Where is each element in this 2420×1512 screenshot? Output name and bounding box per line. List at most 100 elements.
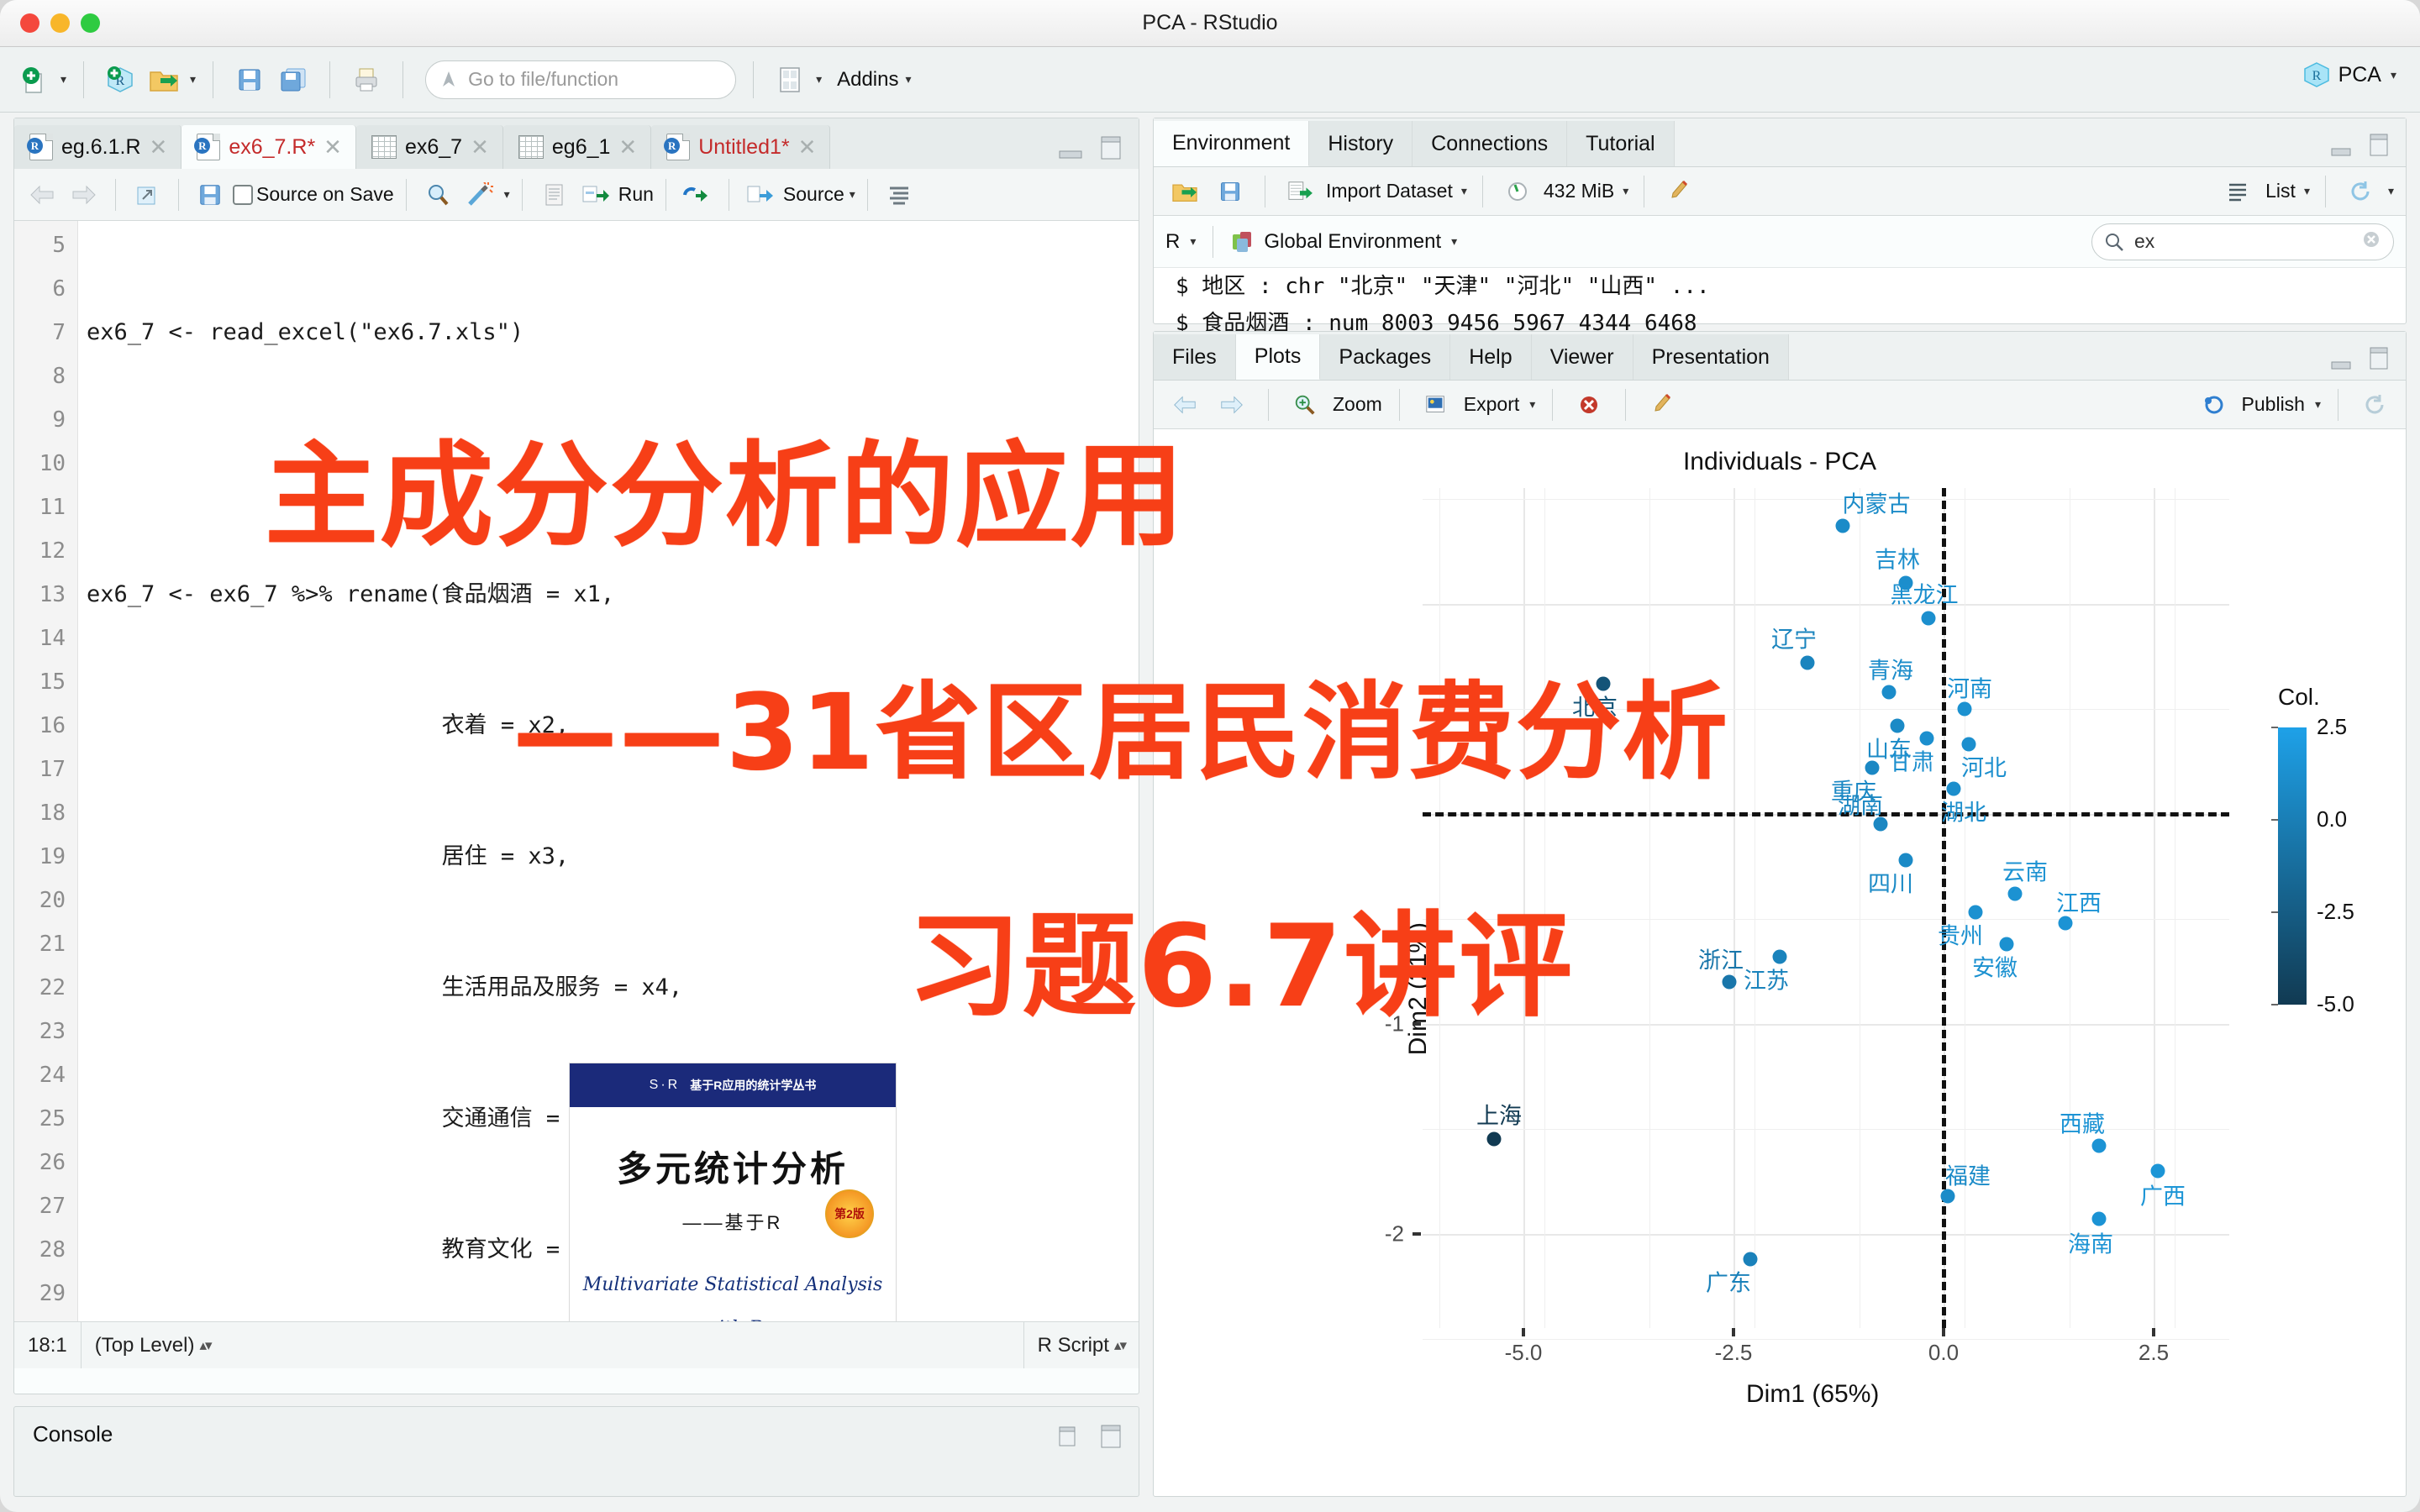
show-in-new-window-icon[interactable] bbox=[128, 176, 166, 214]
zoom-plot-icon[interactable] bbox=[1286, 386, 1324, 424]
scatter-point-label: 甘肃 bbox=[1889, 749, 1934, 775]
view-mode-dropdown-icon[interactable]: ▾ bbox=[2304, 184, 2310, 198]
close-tab-icon[interactable]: ✕ bbox=[798, 134, 817, 160]
scope-selector-icon[interactable]: ▴▾ bbox=[199, 1337, 212, 1354]
tab-help[interactable]: Help bbox=[1450, 334, 1532, 380]
print-icon[interactable] bbox=[347, 60, 386, 99]
grid-line-minor bbox=[1649, 488, 1650, 1328]
source-icon[interactable] bbox=[741, 176, 780, 214]
editor-tab-untitled1[interactable]: R Untitled1* ✕ bbox=[651, 125, 831, 169]
source-label[interactable]: Source bbox=[783, 183, 844, 206]
clear-workspace-broom-icon[interactable] bbox=[1660, 172, 1698, 211]
zoom-label[interactable]: Zoom bbox=[1333, 393, 1382, 416]
environment-search[interactable]: ex bbox=[2091, 223, 2394, 260]
book-english-title: Multivariate Statistical Analysis with R bbox=[582, 1274, 883, 1321]
compile-report-icon[interactable] bbox=[534, 176, 573, 214]
environment-row[interactable]: $ 地区 : chr "北京" "天津" "河北" "山西" ... bbox=[1154, 268, 2406, 305]
annotation-line-1: 主成分分析的应用 bbox=[265, 430, 1186, 562]
run-icon[interactable] bbox=[576, 176, 615, 214]
new-project-icon[interactable]: R bbox=[101, 60, 139, 99]
refresh-environment-icon[interactable] bbox=[2341, 172, 2380, 211]
import-dataset-icon[interactable] bbox=[1281, 172, 1319, 211]
view-mode-label[interactable]: List bbox=[2265, 180, 2296, 202]
environment-pane: Environment History Connections Tutorial bbox=[1153, 118, 2407, 336]
addins-button[interactable]: Addins bbox=[837, 68, 898, 92]
publish-label[interactable]: Publish bbox=[2242, 393, 2305, 416]
clear-search-icon[interactable] bbox=[2361, 229, 2381, 255]
export-plot-icon[interactable] bbox=[1417, 386, 1455, 424]
doctype-selector-icon[interactable]: ▴▾ bbox=[1114, 1337, 1127, 1354]
code-tools-magic-wand-icon[interactable] bbox=[460, 176, 499, 214]
scope-dropdown-icon[interactable]: ▾ bbox=[1451, 234, 1457, 249]
refresh-dropdown-icon[interactable]: ▾ bbox=[2388, 184, 2394, 198]
editor-tab-ex6-7-data[interactable]: ex6_7 ✕ bbox=[355, 125, 503, 169]
open-file-dropdown-icon[interactable]: ▾ bbox=[190, 72, 196, 87]
editor-tab-ex6-7-r[interactable]: R ex6_7.R* ✕ bbox=[182, 125, 356, 169]
run-label[interactable]: Run bbox=[618, 183, 654, 206]
forward-arrow-icon[interactable] bbox=[65, 176, 103, 214]
memory-usage-label[interactable]: 432 MiB bbox=[1544, 180, 1614, 202]
tab-tutorial[interactable]: Tutorial bbox=[1567, 121, 1675, 166]
import-dataset-label[interactable]: Import Dataset bbox=[1326, 180, 1453, 202]
publish-icon[interactable] bbox=[2195, 386, 2233, 424]
scatter-point-label: 辽宁 bbox=[1771, 627, 1817, 653]
editor-tab-eg-6-1-r[interactable]: R eg.6.1.R ✕ bbox=[14, 125, 182, 169]
tab-viewer[interactable]: Viewer bbox=[1531, 334, 1634, 380]
export-label[interactable]: Export bbox=[1464, 393, 1519, 416]
tab-history[interactable]: History bbox=[1309, 121, 1413, 166]
save-workspace-icon[interactable] bbox=[1211, 172, 1249, 211]
console-tab[interactable]: Console bbox=[33, 1421, 113, 1447]
editor-tab-eg6-1-data[interactable]: eg6_1 ✕ bbox=[502, 125, 652, 169]
save-file-icon[interactable] bbox=[191, 176, 229, 214]
project-dropdown-icon[interactable]: ▾ bbox=[2391, 68, 2396, 82]
tab-presentation[interactable]: Presentation bbox=[1633, 334, 1789, 380]
project-badge[interactable]: R PCA ▾ bbox=[2302, 60, 2396, 89]
scope-language[interactable]: R bbox=[1165, 230, 1180, 254]
panes-dropdown-icon[interactable]: ▾ bbox=[816, 72, 822, 87]
tab-files[interactable]: Files bbox=[1154, 334, 1236, 380]
editor-pane-controls[interactable] bbox=[1058, 135, 1123, 160]
code-tools-dropdown-icon[interactable]: ▾ bbox=[504, 187, 510, 202]
rerun-icon[interactable] bbox=[678, 176, 717, 214]
save-all-icon[interactable] bbox=[274, 60, 313, 99]
maximize-pane-icon bbox=[1101, 136, 1121, 160]
close-tab-icon[interactable]: ✕ bbox=[150, 134, 168, 160]
memory-dropdown-icon[interactable]: ▾ bbox=[1623, 184, 1628, 198]
tab-plots[interactable]: Plots bbox=[1235, 334, 1321, 380]
go-to-file-function[interactable]: Go to file/function bbox=[425, 60, 737, 99]
save-icon[interactable] bbox=[230, 60, 269, 99]
back-arrow-icon[interactable] bbox=[23, 176, 61, 214]
scatter-point bbox=[1486, 1131, 1502, 1147]
tab-environment[interactable]: Environment bbox=[1154, 121, 1310, 166]
memory-gauge-icon[interactable] bbox=[1498, 172, 1537, 211]
scope-language-dropdown-icon[interactable]: ▾ bbox=[1190, 234, 1196, 249]
console-pane-controls[interactable] bbox=[1058, 1424, 1123, 1449]
close-tab-icon[interactable]: ✕ bbox=[618, 134, 637, 160]
x-axis-tick-mark bbox=[2152, 1328, 2155, 1336]
tab-packages[interactable]: Packages bbox=[1320, 334, 1451, 380]
close-tab-icon[interactable]: ✕ bbox=[471, 134, 489, 160]
clear-all-plots-broom-icon[interactable] bbox=[1643, 386, 1681, 424]
environment-pane-controls[interactable] bbox=[2330, 133, 2391, 158]
export-dropdown-icon[interactable]: ▾ bbox=[1529, 397, 1535, 412]
global-environment-label[interactable]: Global Environment bbox=[1264, 230, 1441, 254]
refresh-plot-icon[interactable] bbox=[2355, 386, 2394, 424]
tab-connections[interactable]: Connections bbox=[1413, 121, 1568, 166]
new-file-dropdown-icon[interactable]: ▾ bbox=[60, 72, 66, 87]
view-list-icon[interactable] bbox=[2220, 172, 2259, 211]
source-dropdown-icon[interactable]: ▾ bbox=[850, 187, 855, 202]
publish-dropdown-icon[interactable]: ▾ bbox=[2315, 397, 2321, 412]
close-tab-icon[interactable]: ✕ bbox=[324, 134, 342, 160]
source-on-save-checkbox[interactable] bbox=[233, 184, 253, 205]
new-file-icon[interactable] bbox=[15, 60, 54, 99]
workspace-panes-icon[interactable] bbox=[771, 60, 809, 99]
addins-dropdown-icon[interactable]: ▾ bbox=[905, 72, 911, 87]
next-plot-icon[interactable] bbox=[1213, 386, 1251, 424]
load-workspace-icon[interactable] bbox=[1165, 172, 1204, 211]
remove-plot-icon[interactable] bbox=[1570, 386, 1608, 424]
find-replace-icon[interactable] bbox=[418, 176, 457, 214]
document-outline-icon[interactable] bbox=[880, 176, 918, 214]
open-file-icon[interactable] bbox=[145, 60, 183, 99]
plots-pane-controls[interactable] bbox=[2330, 346, 2391, 371]
import-dataset-dropdown-icon[interactable]: ▾ bbox=[1461, 184, 1467, 198]
